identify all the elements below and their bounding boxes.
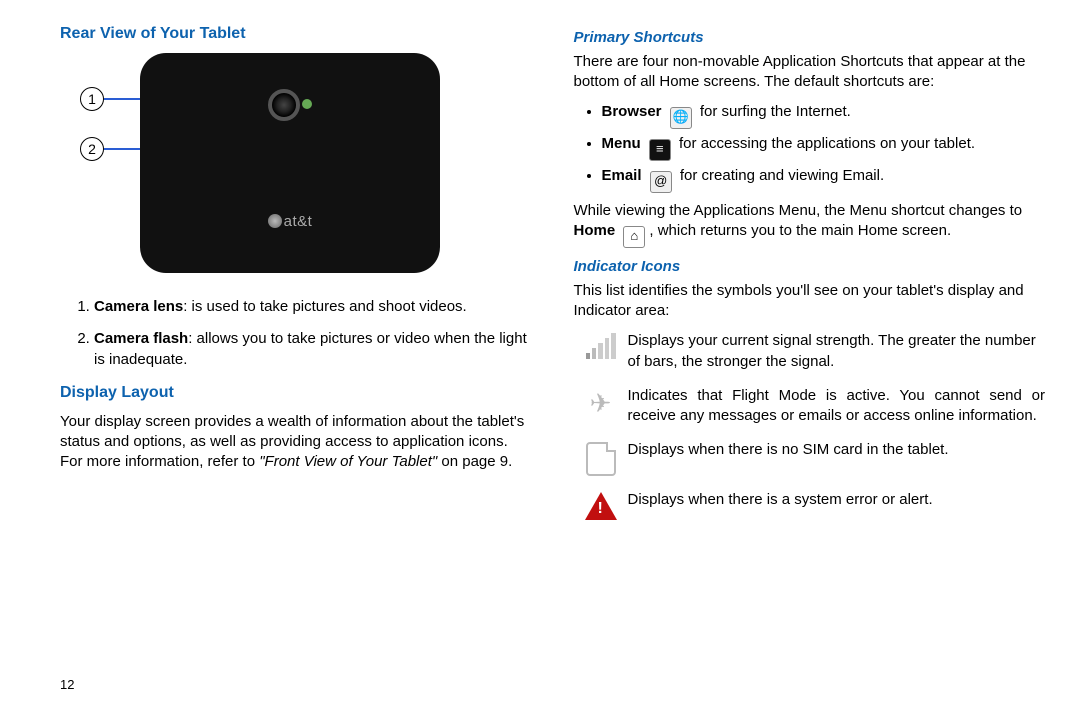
menu-label: Menu xyxy=(602,135,641,152)
manual-page: Rear View of Your Tablet 1 2 at&t Camera… xyxy=(0,0,1080,720)
signal-desc: Displays your current signal strength. T… xyxy=(628,331,1046,372)
tablet-rear-body: at&t xyxy=(140,53,440,273)
browser-icon: 🌐 xyxy=(670,107,692,129)
display-text-b: on page 9. xyxy=(437,453,512,470)
page-number: 12 xyxy=(60,677,74,692)
primary-shortcuts-note: While viewing the Applications Menu, the… xyxy=(574,201,1046,248)
camera-flash-label: Camera flash xyxy=(94,330,188,347)
heading-primary-shortcuts: Primary Shortcuts xyxy=(574,29,1046,46)
shortcuts-list: Browser 🌐 for surfing the Internet. Menu… xyxy=(584,103,1046,193)
rear-view-list: Camera lens: is used to take pictures an… xyxy=(74,297,532,370)
no-sim-icon xyxy=(574,440,628,476)
camera-lens-label: Camera lens xyxy=(94,298,183,315)
note-text-b: , which returns you to the main Home scr… xyxy=(649,222,951,239)
indicator-table: Displays your current signal strength. T… xyxy=(574,331,1046,520)
email-label: Email xyxy=(602,167,642,184)
browser-desc: for surfing the Internet. xyxy=(700,103,851,120)
display-layout-paragraph: Your display screen provides a wealth of… xyxy=(60,412,532,473)
table-row: Displays when there is no SIM card in th… xyxy=(574,440,1046,476)
table-row: Displays when there is a system error or… xyxy=(574,490,1046,520)
list-item: Camera lens: is used to take pictures an… xyxy=(94,297,532,317)
list-item: Browser 🌐 for surfing the Internet. xyxy=(602,103,1046,129)
left-column: Rear View of Your Tablet 1 2 at&t Camera… xyxy=(60,25,532,710)
browser-label: Browser xyxy=(602,103,662,120)
heading-display-layout: Display Layout xyxy=(60,384,532,402)
flight-mode-icon: ✈ xyxy=(574,386,628,427)
menu-icon: ≡ xyxy=(649,139,671,161)
list-item: Menu ≡ for accessing the applications on… xyxy=(602,135,1046,161)
camera-lens-icon xyxy=(268,89,300,121)
email-icon: @ xyxy=(650,171,672,193)
list-item: Camera flash: allows you to take picture… xyxy=(94,329,532,370)
sim-desc: Displays when there is no SIM card in th… xyxy=(628,440,1046,476)
indicator-intro: This list identifies the symbols you'll … xyxy=(574,281,1046,322)
flight-desc: Indicates that Flight Mode is active. Yo… xyxy=(628,386,1046,427)
email-desc: for creating and viewing Email. xyxy=(680,167,884,184)
att-globe-icon xyxy=(268,214,282,228)
camera-lens-desc: : is used to take pictures and shoot vid… xyxy=(183,298,467,315)
camera-flash-icon xyxy=(302,99,312,109)
rear-view-figure: 1 2 at&t xyxy=(80,53,532,283)
home-icon: ⌂ xyxy=(623,226,645,248)
alert-icon xyxy=(574,490,628,520)
callout-2: 2 xyxy=(80,137,104,161)
brand-text: at&t xyxy=(284,213,313,230)
note-text-a: While viewing the Applications Menu, the… xyxy=(574,202,1023,219)
right-column: Primary Shortcuts There are four non-mov… xyxy=(574,25,1046,710)
table-row: Displays your current signal strength. T… xyxy=(574,331,1046,372)
cross-reference: "Front View of Your Tablet" xyxy=(259,453,437,470)
brand-label: at&t xyxy=(140,213,440,230)
primary-shortcuts-intro: There are four non-movable Application S… xyxy=(574,52,1046,93)
heading-rear-view: Rear View of Your Tablet xyxy=(60,25,532,43)
list-item: Email @ for creating and viewing Email. xyxy=(602,167,1046,193)
alert-desc: Displays when there is a system error or… xyxy=(628,490,1046,520)
table-row: ✈ Indicates that Flight Mode is active. … xyxy=(574,386,1046,427)
home-label: Home xyxy=(574,222,616,239)
callout-1: 1 xyxy=(80,87,104,111)
menu-desc: for accessing the applications on your t… xyxy=(679,135,975,152)
heading-indicator-icons: Indicator Icons xyxy=(574,258,1046,275)
signal-strength-icon xyxy=(574,331,628,372)
